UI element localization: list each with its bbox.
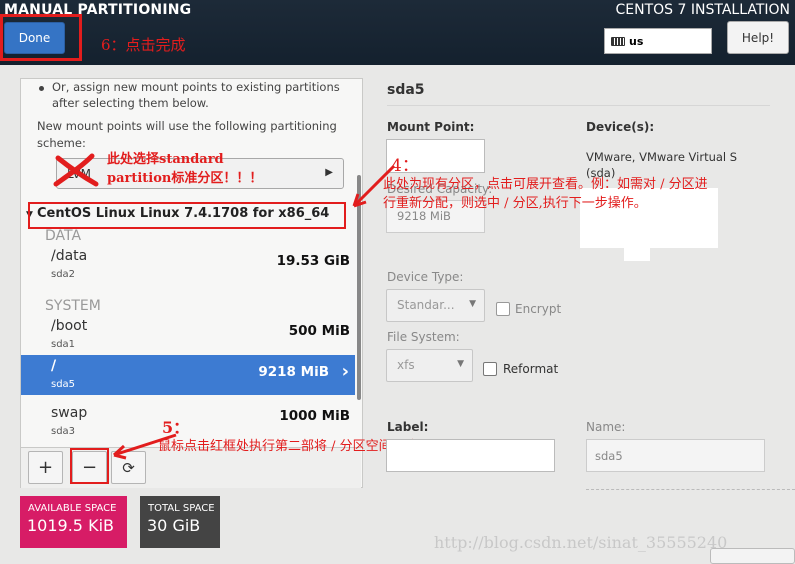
step6-annotation: 6：点击完成 bbox=[101, 36, 186, 54]
device-type-label: Device Type: bbox=[387, 270, 464, 284]
group-system-label: SYSTEM bbox=[45, 298, 101, 314]
encrypt-label: Encrypt bbox=[515, 302, 562, 316]
name-input[interactable]: sda5 bbox=[586, 439, 765, 472]
install-title: CENTOS 7 INSTALLATION bbox=[615, 2, 790, 18]
chevron-down-icon: ▼ bbox=[469, 299, 476, 309]
available-space-value: 1019.5 KiB bbox=[27, 516, 114, 535]
devices-label: Device(s): bbox=[586, 120, 655, 134]
total-space-value: 30 GiB bbox=[147, 516, 201, 535]
white-patch-small bbox=[624, 246, 650, 261]
device-type-dropdown[interactable]: Standar... ▼ bbox=[386, 289, 485, 322]
file-system-dropdown[interactable]: xfs ▼ bbox=[386, 349, 473, 382]
help-button[interactable]: Help! bbox=[727, 21, 789, 54]
reformat-label: Reformat bbox=[503, 362, 559, 376]
partition-row-boot[interactable]: /boot sda1 500 MiB bbox=[21, 315, 355, 355]
file-system-value: xfs bbox=[397, 358, 415, 372]
mount-name: swap bbox=[51, 405, 88, 421]
partition-size: 9218 MiB bbox=[258, 364, 329, 380]
partition-size: 1000 MiB bbox=[279, 408, 350, 424]
keyboard-layout-text: us bbox=[629, 34, 644, 48]
available-space-label: AVAILABLE SPACE bbox=[28, 503, 117, 514]
device-name: sda5 bbox=[51, 379, 76, 390]
group-data-label: DATA bbox=[45, 228, 82, 244]
device-name: sda1 bbox=[51, 339, 76, 350]
device-name: sda2 bbox=[51, 269, 76, 280]
available-space-box: AVAILABLE SPACE 1019.5 KiB bbox=[20, 496, 127, 548]
encrypt-checkbox[interactable] bbox=[496, 302, 510, 316]
done-highlight-box bbox=[0, 14, 82, 61]
name-field-label: Name: bbox=[586, 420, 626, 434]
divider bbox=[586, 489, 795, 490]
bullet-icon bbox=[39, 86, 44, 91]
mount-point-label: Mount Point: bbox=[387, 120, 475, 134]
label-field-label: Label: bbox=[387, 420, 429, 434]
partition-title: sda5 bbox=[387, 82, 425, 98]
mount-name: /boot bbox=[51, 318, 88, 334]
divider bbox=[387, 105, 770, 106]
arrow-icon bbox=[112, 433, 177, 460]
os-highlight-box bbox=[28, 202, 346, 229]
scheme-text-2: scheme: bbox=[37, 136, 86, 150]
mount-name: /data bbox=[51, 248, 88, 264]
mount-name: / bbox=[51, 358, 57, 374]
reformat-checkbox[interactable] bbox=[483, 362, 497, 376]
device-line-1: VMware, VMware Virtual S bbox=[586, 150, 738, 164]
step4-annotation-1: 此处为现有分区，点击可展开查看。例：如需对 / 分区进 bbox=[383, 177, 708, 192]
chevron-right-icon: › bbox=[341, 361, 349, 382]
assign-text-2: after selecting them below. bbox=[52, 96, 209, 110]
chevron-right-icon: ▶ bbox=[325, 167, 333, 178]
keyboard-layout-indicator[interactable]: us bbox=[604, 28, 712, 54]
scheme-text-1: New mount points will use the following … bbox=[37, 119, 337, 133]
standard-partition-annotation-1: 此处选择standard bbox=[107, 152, 224, 167]
partition-size: 19.53 GiB bbox=[276, 253, 350, 269]
partition-row-root-selected[interactable]: / sda5 9218 MiB › bbox=[21, 355, 355, 395]
watermark: http://blog.csdn.net/sinat_35555240 bbox=[434, 533, 728, 552]
total-space-box: TOTAL SPACE 30 GiB bbox=[140, 496, 220, 548]
arrow-icon bbox=[352, 164, 396, 208]
keyboard-icon bbox=[611, 36, 625, 46]
step4-annotation-2: 行重新分配，则选中 / 分区,执行下一步操作。 bbox=[383, 196, 647, 211]
cross-mark-icon bbox=[53, 153, 99, 187]
partition-size: 500 MiB bbox=[288, 323, 350, 339]
standard-partition-annotation-2: partition标准分区！！！ bbox=[107, 171, 263, 186]
total-space-label: TOTAL SPACE bbox=[148, 503, 215, 514]
file-system-label: File System: bbox=[387, 330, 460, 344]
partition-row-data[interactable]: /data sda2 19.53 GiB bbox=[21, 245, 355, 285]
device-name: sda3 bbox=[51, 426, 76, 437]
device-type-value: Standar... bbox=[397, 298, 455, 312]
label-input[interactable] bbox=[386, 439, 555, 472]
add-partition-button[interactable]: + bbox=[28, 451, 63, 484]
assign-text-1: Or, assign new mount points to existing … bbox=[52, 80, 340, 94]
chevron-down-icon: ▼ bbox=[457, 359, 464, 369]
